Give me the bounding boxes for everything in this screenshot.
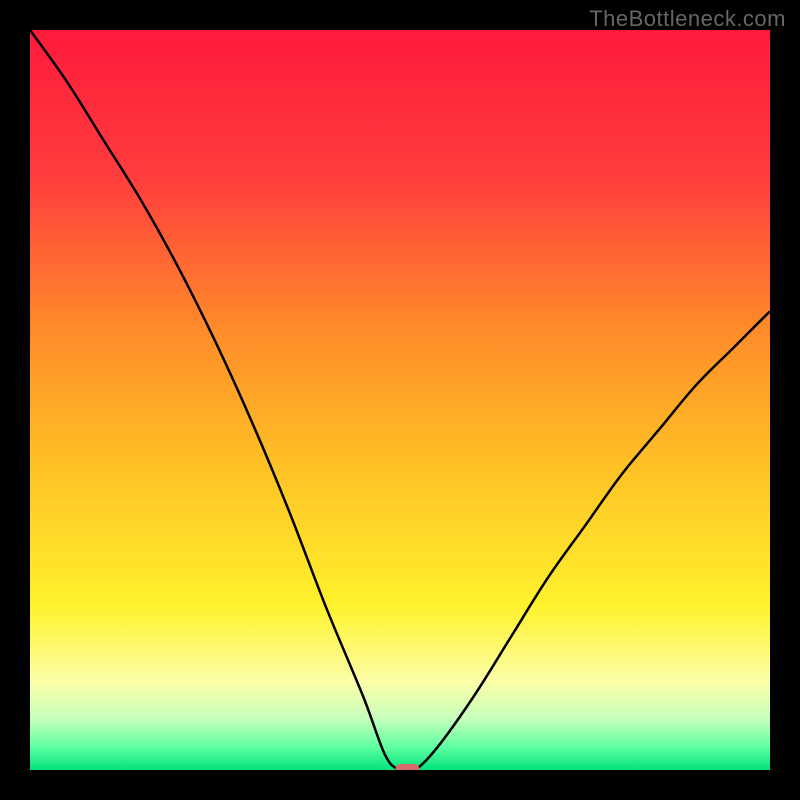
gradient-background bbox=[30, 30, 770, 770]
watermark-text: TheBottleneck.com bbox=[589, 6, 786, 32]
plot-area bbox=[30, 30, 770, 770]
bottleneck-chart bbox=[30, 30, 770, 770]
optimal-point-marker bbox=[395, 764, 419, 770]
chart-container: TheBottleneck.com bbox=[0, 0, 800, 800]
